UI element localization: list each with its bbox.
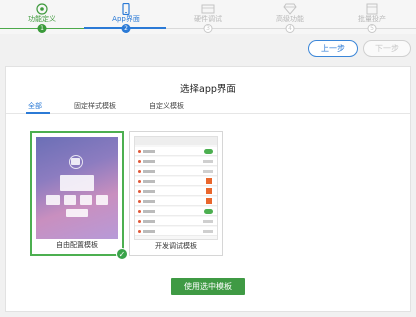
template-preview-image — [36, 137, 118, 239]
check-icon: ✓ — [116, 248, 128, 260]
template-card-free-config[interactable]: 自由配置模板 ✓ — [30, 131, 128, 260]
template-tabs: 全部 固定样式模板 自定义模板 — [6, 101, 410, 114]
prev-step-button[interactable]: 上一步 — [308, 40, 358, 57]
tab-custom[interactable]: 自定义模板 — [149, 101, 184, 111]
step-label: App界面 — [112, 15, 140, 23]
template-label: 开发调试模板 — [155, 242, 197, 250]
factory-icon — [366, 3, 378, 15]
active-tab-indicator — [26, 112, 50, 114]
step-label: 高级功能 — [276, 15, 304, 23]
phone-icon — [122, 3, 130, 15]
hardware-icon — [201, 4, 215, 14]
step-label: 批量投产 — [358, 15, 386, 23]
tab-all[interactable]: 全部 — [28, 101, 42, 111]
template-card-dev-debug[interactable]: 开发调试模板 — [129, 131, 223, 256]
progress-stepper: 功能定义 1 App界面 2 硬件调试 3 高级功能 4 批量投产 5 — [0, 0, 416, 34]
template-label: 自由配置模板 — [56, 241, 98, 249]
use-selected-template-button[interactable]: 使用选中模板 — [171, 278, 245, 295]
step-number: 4 — [285, 24, 295, 33]
next-step-button[interactable]: 下一步 — [363, 40, 411, 57]
step-number: 2 — [121, 24, 131, 33]
step-label: 功能定义 — [28, 15, 56, 23]
function-icon — [36, 3, 48, 15]
step-number: 3 — [203, 24, 213, 33]
step-label: 硬件调试 — [194, 15, 222, 23]
tab-fixed-style[interactable]: 固定样式模板 — [74, 101, 116, 111]
page-title: 选择app界面 — [180, 84, 236, 95]
step-number: 1 — [37, 24, 47, 33]
diamond-icon — [283, 3, 297, 15]
template-preview-image — [134, 136, 218, 240]
step-number: 5 — [367, 24, 377, 33]
template-panel: 选择app界面 全部 固定样式模板 自定义模板 自由配置模板 ✓ 开发调试模板 … — [5, 66, 411, 312]
